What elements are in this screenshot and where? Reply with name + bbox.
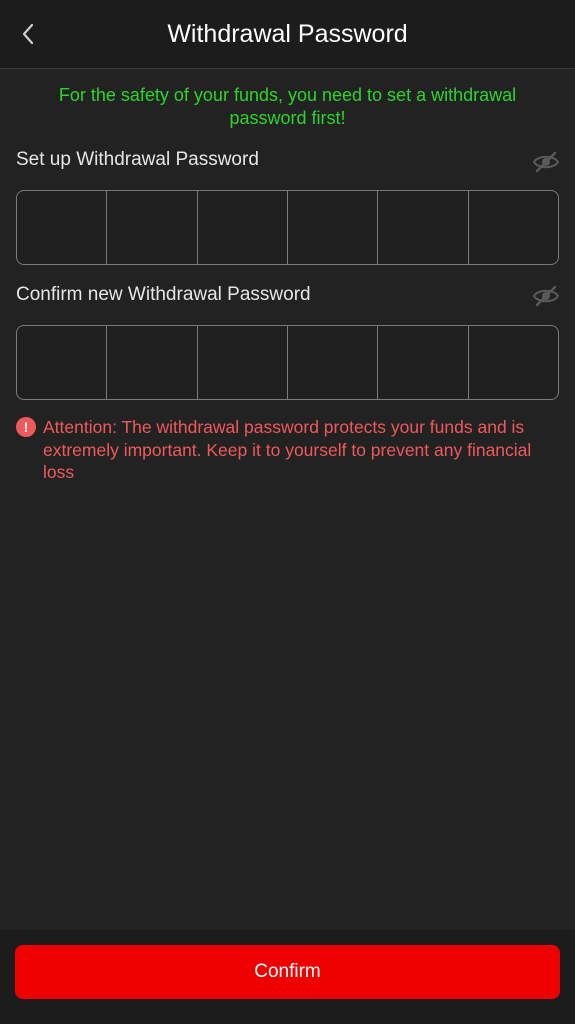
exclamation-icon: !	[16, 417, 36, 437]
pin-digit-3[interactable]	[198, 326, 288, 399]
pin-digit-1[interactable]	[17, 326, 108, 399]
confirm-password-label: Confirm new Withdrawal Password	[16, 284, 311, 305]
pin-digit-2[interactable]	[107, 191, 198, 264]
setup-password-visibility-toggle[interactable]	[531, 149, 561, 175]
header-bar: Withdrawal Password	[0, 0, 575, 69]
eye-off-icon	[532, 151, 560, 173]
footer-bar: Confirm	[0, 930, 575, 1024]
pin-digit-6[interactable]	[469, 326, 558, 399]
eye-off-icon	[532, 285, 560, 307]
setup-password-input[interactable]	[16, 190, 559, 265]
withdrawal-password-screen: Withdrawal Password For the safety of yo…	[0, 0, 575, 1024]
attention-warning: ! Attention: The withdrawal password pro…	[16, 416, 545, 484]
confirm-button[interactable]: Confirm	[15, 945, 560, 999]
confirm-password-visibility-toggle[interactable]	[531, 283, 561, 309]
pin-digit-5[interactable]	[378, 191, 469, 264]
safety-notice: For the safety of your funds, you need t…	[58, 85, 517, 128]
pin-digit-1[interactable]	[17, 191, 108, 264]
confirm-password-input[interactable]	[16, 325, 559, 400]
setup-password-label: Set up Withdrawal Password	[16, 149, 259, 170]
pin-digit-6[interactable]	[469, 191, 558, 264]
pin-digit-5[interactable]	[378, 326, 469, 399]
attention-text: Attention: The withdrawal password prote…	[43, 417, 532, 482]
pin-digit-4[interactable]	[288, 326, 379, 399]
page-title: Withdrawal Password	[167, 20, 408, 48]
pin-digit-3[interactable]	[198, 191, 288, 264]
pin-digit-2[interactable]	[107, 326, 198, 399]
pin-digit-4[interactable]	[288, 191, 379, 264]
